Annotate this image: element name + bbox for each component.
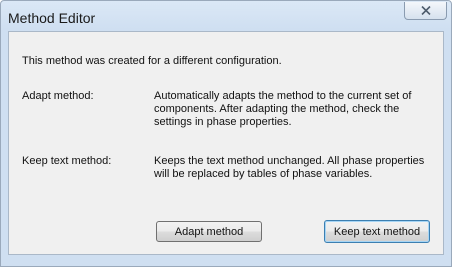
keep-text-method-description: Keeps the text method unchanged. All pha… (154, 155, 425, 180)
dialog-window: Method Editor This method was created fo… (0, 0, 452, 267)
close-icon (420, 6, 431, 15)
adapt-method-button[interactable]: Adapt method (156, 221, 262, 242)
keep-text-method-button[interactable]: Keep text method (324, 220, 430, 243)
adapt-method-description: Automatically adapts the method to the c… (154, 90, 412, 128)
window-title: Method Editor (8, 10, 96, 26)
intro-text: This method was created for a different … (22, 55, 282, 67)
adapt-method-label: Adapt method: (22, 90, 94, 102)
dialog-content: This method was created for a different … (8, 31, 444, 255)
keep-text-method-label: Keep text method: (22, 155, 112, 167)
close-button[interactable] (404, 2, 447, 20)
